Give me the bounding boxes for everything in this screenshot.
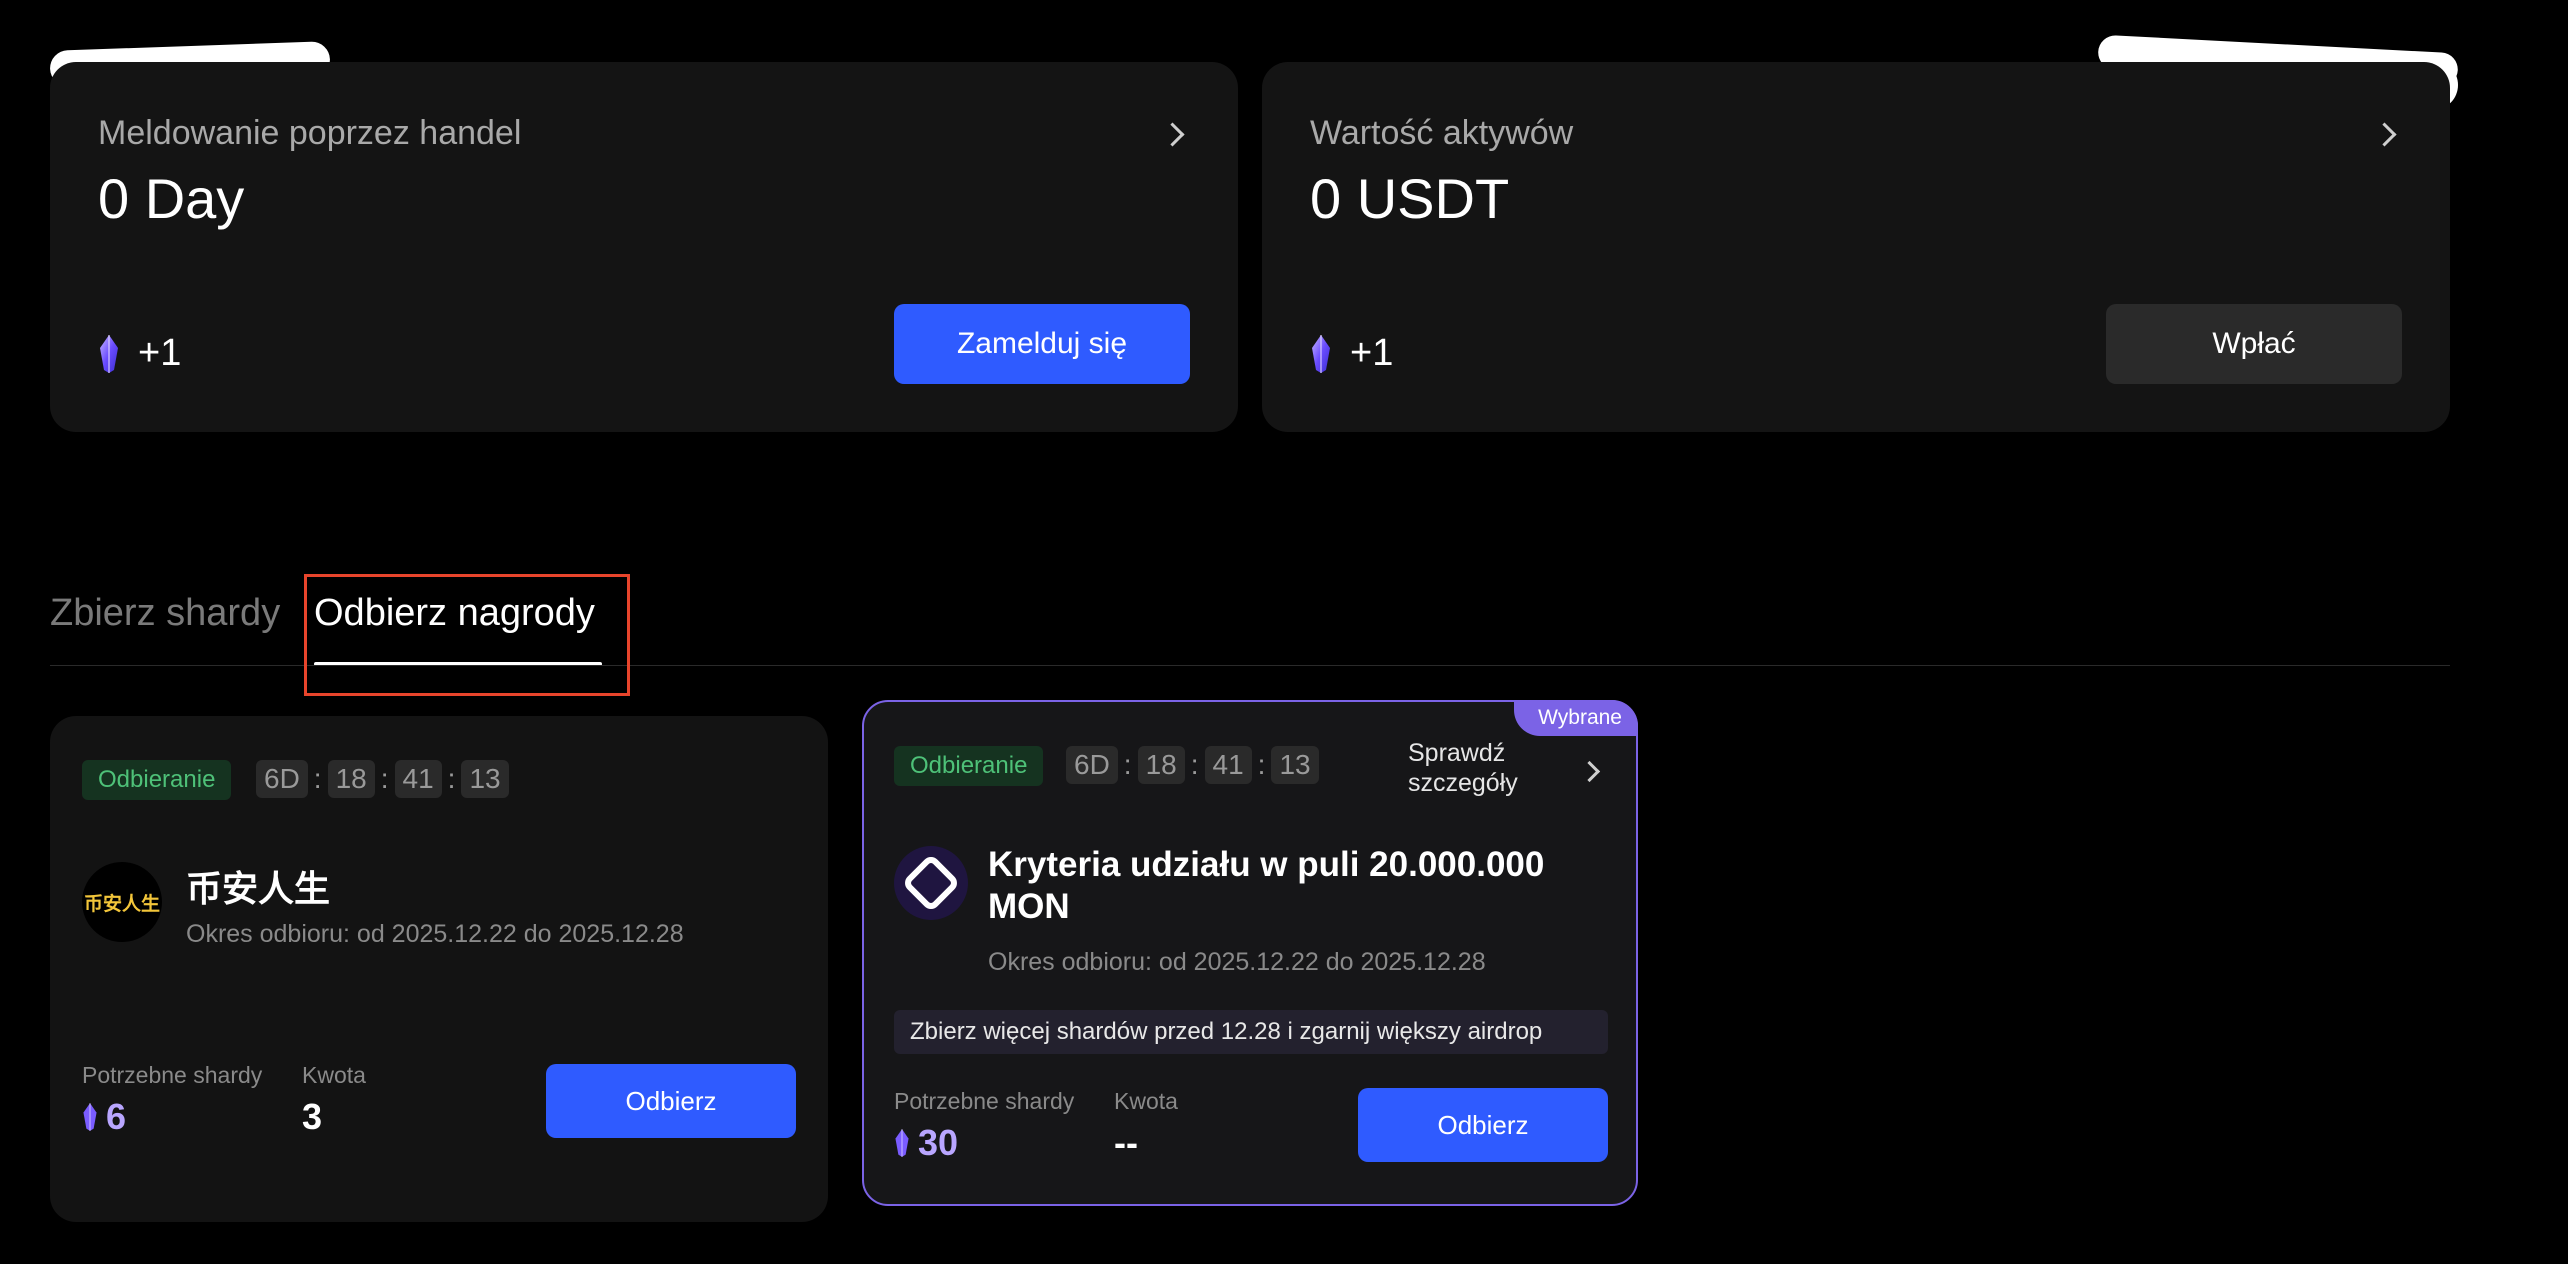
timer-hours: 18 [327,760,375,798]
status-badge: Odbieranie [894,746,1044,786]
timer-hours: 18 [1137,746,1185,784]
shard-icon [1312,334,1330,373]
project-logo-text: 币安人生 [83,892,160,915]
amount-label: Kwota [302,1062,366,1088]
checkin-card: Meldowanie poprzez handel 0 Day +1 Zamel… [50,62,1238,432]
card-value: 0 USDT [1310,167,1510,230]
required-shards-value: 6 [82,1096,126,1138]
timer-minutes: 41 [1204,746,1252,784]
project-logo: 币安人生 [82,862,162,942]
monad-logo-icon [894,846,968,920]
tab-collect-shards[interactable]: Zbierz shardy [50,592,280,635]
timer-seconds: 13 [1271,746,1319,784]
shard-bonus: +1 [98,332,181,375]
chevron-right-icon[interactable] [2372,122,2397,147]
required-shards-number: 30 [918,1122,959,1163]
required-shards-value: 30 [894,1122,958,1164]
card-value: 0 Day [98,167,245,230]
status-badge: Odbieranie [82,760,232,800]
reward-title: Kryteria udziału w puli 20.000.000 MON [988,845,1545,926]
shard-icon [100,334,118,373]
required-shards-label: Potrzebne shardy [894,1088,1075,1114]
timer-seconds: 13 [461,760,509,798]
airdrop-notice: Zbierz więcej shardów przed 12.28 i zgar… [894,1010,1608,1054]
annotation-highlight-box [304,574,630,696]
details-link[interactable]: Sprawdź szczegóły [1408,738,1558,798]
claim-button[interactable]: Odbierz [1358,1088,1608,1162]
countdown-timer: 6D: 18: 41: 13 [256,760,509,798]
shard-icon [83,1103,97,1131]
claim-period: Okres odbioru: od 2025.12.22 do 2025.12.… [186,920,684,948]
shard-bonus: +1 [1310,332,1393,375]
chevron-right-icon[interactable] [1578,760,1601,783]
monad-logo-shape [901,853,961,913]
deposit-button[interactable]: Wpłać [2106,304,2402,384]
timer-days: 6D [256,760,308,798]
amount-label: Kwota [1114,1088,1178,1114]
required-shards-number: 6 [106,1096,127,1137]
timer-days: 6D [1066,746,1118,784]
reward-title: 币安人生 [186,869,331,910]
reward-card: Odbieranie 6D: 18: 41: 13 币安人生 币安人生 Okre… [50,716,828,1222]
claim-button[interactable]: Odbierz [546,1064,796,1138]
amount-value: -- [1114,1122,1138,1163]
shard-bonus-value: +1 [138,332,182,374]
asset-value-card: Wartość aktywów 0 USDT +1 Wpłać [1262,62,2450,432]
card-title: Meldowanie poprzez handel [98,114,522,152]
timer-minutes: 41 [394,760,442,798]
shard-icon [895,1129,909,1157]
claim-period: Okres odbioru: od 2025.12.22 do 2025.12.… [988,948,1486,976]
checkin-button[interactable]: Zamelduj się [894,304,1190,384]
featured-reward-card: Wybrane Odbieranie 6D: 18: 41: 13 Sprawd… [862,700,1638,1206]
required-shards-label: Potrzebne shardy [82,1062,263,1088]
featured-badge: Wybrane [1514,700,1638,736]
shard-bonus-value: +1 [1350,332,1394,374]
amount-value: 3 [302,1096,323,1137]
card-title: Wartość aktywów [1310,114,1574,152]
chevron-right-icon[interactable] [1160,122,1185,147]
countdown-timer: 6D: 18: 41: 13 [1066,746,1319,784]
